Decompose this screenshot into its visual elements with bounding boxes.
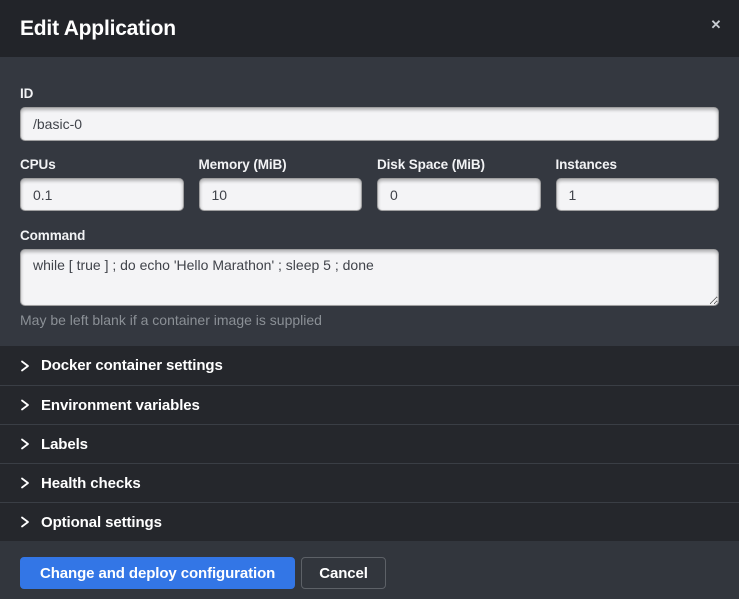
memory-field-group: Memory (MiB) — [199, 157, 363, 211]
disk-field-group: Disk Space (MiB) — [377, 157, 541, 211]
section-label: Optional settings — [41, 514, 162, 531]
modal-title: Edit Application — [20, 17, 176, 41]
section-label: Environment variables — [41, 397, 200, 414]
change-and-deploy-button[interactable]: Change and deploy configuration — [20, 557, 295, 589]
cpus-label: CPUs — [20, 157, 184, 172]
cpus-field-group: CPUs — [20, 157, 184, 211]
instances-field-group: Instances — [556, 157, 720, 211]
id-field-group: ID — [20, 86, 719, 141]
section-labels[interactable]: Labels — [0, 424, 739, 463]
modal-footer: Change and deploy configuration Cancel — [0, 541, 739, 599]
section-label: Labels — [41, 436, 88, 453]
instances-label: Instances — [556, 157, 720, 172]
disk-label: Disk Space (MiB) — [377, 157, 541, 172]
accordion-sections: Docker container settings Environment va… — [0, 346, 739, 541]
resource-fields-row: CPUs Memory (MiB) Disk Space (MiB) Insta… — [20, 157, 719, 211]
modal-header: Edit Application ✕ — [0, 0, 739, 57]
section-label: Docker container settings — [41, 357, 223, 374]
chevron-right-icon — [20, 477, 30, 489]
section-docker-container-settings[interactable]: Docker container settings — [0, 346, 739, 385]
cpus-input[interactable] — [20, 178, 184, 211]
disk-input[interactable] — [377, 178, 541, 211]
chevron-right-icon — [20, 516, 30, 528]
memory-label: Memory (MiB) — [199, 157, 363, 172]
chevron-right-icon — [20, 360, 30, 372]
section-health-checks[interactable]: Health checks — [0, 463, 739, 502]
instances-input[interactable] — [556, 178, 720, 211]
memory-input[interactable] — [199, 178, 363, 211]
edit-application-modal: Edit Application ✕ ID CPUs Memory (MiB) … — [0, 0, 739, 599]
section-environment-variables[interactable]: Environment variables — [0, 385, 739, 424]
cancel-button[interactable]: Cancel — [301, 557, 386, 589]
command-label: Command — [20, 228, 719, 243]
section-optional-settings[interactable]: Optional settings — [0, 502, 739, 541]
id-label: ID — [20, 86, 719, 101]
modal-body: ID CPUs Memory (MiB) Disk Space (MiB) In… — [0, 57, 739, 346]
chevron-right-icon — [20, 399, 30, 411]
command-textarea[interactable]: while [ true ] ; do echo 'Hello Marathon… — [20, 249, 719, 306]
section-label: Health checks — [41, 475, 141, 492]
command-help-text: May be left blank if a container image i… — [20, 312, 719, 328]
chevron-right-icon — [20, 438, 30, 450]
command-field-group: Command while [ true ] ; do echo 'Hello … — [20, 228, 719, 328]
close-icon[interactable]: ✕ — [707, 16, 725, 34]
id-input[interactable] — [20, 107, 719, 141]
